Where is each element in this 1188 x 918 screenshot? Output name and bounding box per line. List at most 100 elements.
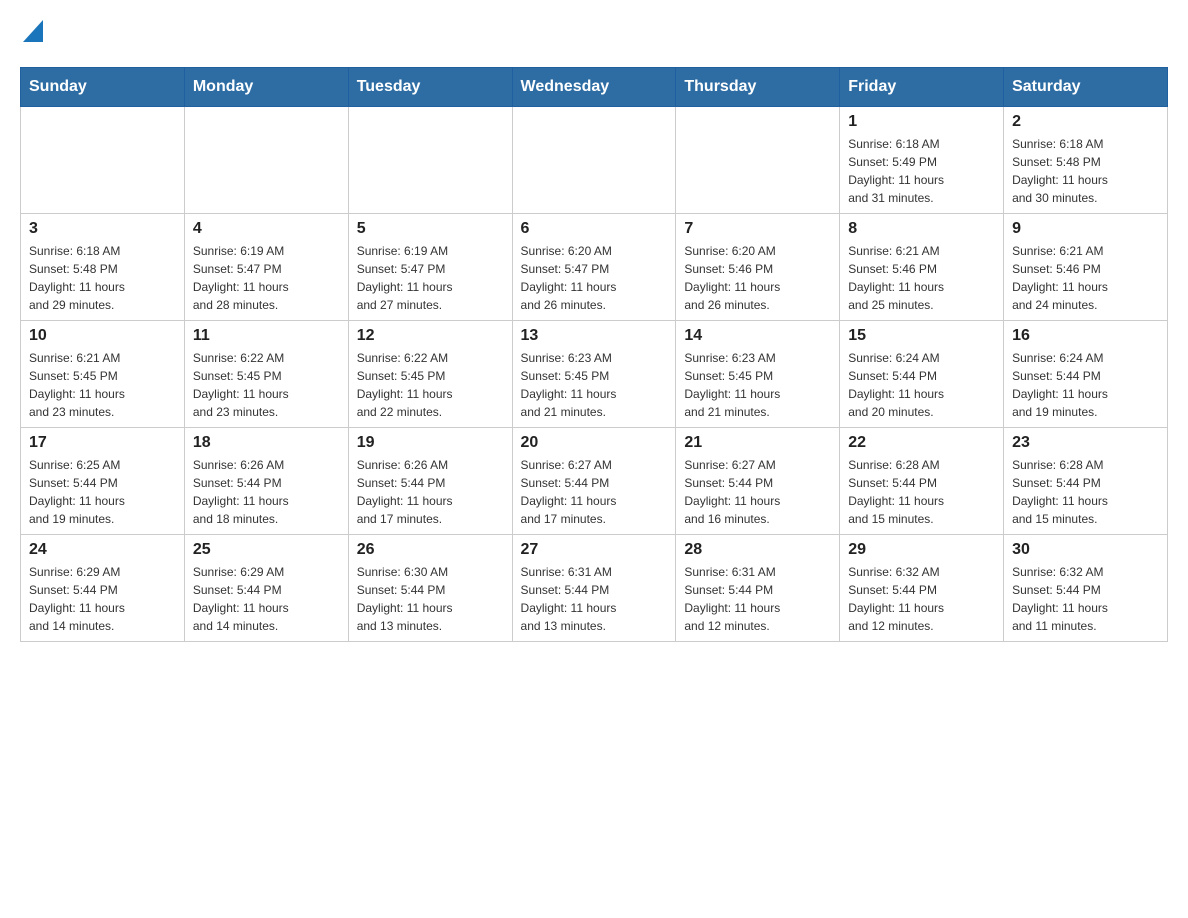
day-info: Sunrise: 6:18 AMSunset: 5:49 PMDaylight:… <box>848 135 995 207</box>
day-number: 29 <box>848 541 995 559</box>
weekday-header-friday: Friday <box>840 68 1004 107</box>
day-cell: 14 Sunrise: 6:23 AMSunset: 5:45 PMDayligh… <box>676 321 840 428</box>
day-info: Sunrise: 6:21 AMSunset: 5:45 PMDaylight:… <box>29 349 176 421</box>
day-number: 20 <box>521 434 668 452</box>
day-number: 2 <box>1012 113 1159 131</box>
weekday-header-wednesday: Wednesday <box>512 68 676 107</box>
day-number: 18 <box>193 434 340 452</box>
day-number: 28 <box>684 541 831 559</box>
day-info: Sunrise: 6:21 AMSunset: 5:46 PMDaylight:… <box>1012 242 1159 314</box>
day-number: 22 <box>848 434 995 452</box>
day-number: 23 <box>1012 434 1159 452</box>
day-info: Sunrise: 6:18 AMSunset: 5:48 PMDaylight:… <box>29 242 176 314</box>
day-info: Sunrise: 6:19 AMSunset: 5:47 PMDaylight:… <box>357 242 504 314</box>
day-cell: 17 Sunrise: 6:25 AMSunset: 5:44 PMDayligh… <box>21 428 185 535</box>
day-info: Sunrise: 6:25 AMSunset: 5:44 PMDaylight:… <box>29 456 176 528</box>
day-cell: 10Sunrise: 6:21 AMSunset: 5:45 PMDayligh… <box>21 321 185 428</box>
day-cell: 23 Sunrise: 6:28 AMSunset: 5:44 PMDayligh… <box>1004 428 1168 535</box>
week-row-5: 24 Sunrise: 6:29 AMSunset: 5:44 PMDayligh… <box>21 535 1168 642</box>
day-info: Sunrise: 6:26 AMSunset: 5:44 PMDaylight:… <box>357 456 504 528</box>
day-info: Sunrise: 6:20 AMSunset: 5:46 PMDaylight:… <box>684 242 831 314</box>
day-number: 27 <box>521 541 668 559</box>
day-info: Sunrise: 6:22 AMSunset: 5:45 PMDaylight:… <box>193 349 340 421</box>
day-number: 5 <box>357 220 504 238</box>
weekday-header-tuesday: Tuesday <box>348 68 512 107</box>
day-number: 14 <box>684 327 831 345</box>
day-number: 9 <box>1012 220 1159 238</box>
week-row-1: 1 Sunrise: 6:18 AMSunset: 5:49 PMDaylight… <box>21 107 1168 214</box>
weekday-header-monday: Monday <box>184 68 348 107</box>
week-row-3: 10Sunrise: 6:21 AMSunset: 5:45 PMDayligh… <box>21 321 1168 428</box>
day-number: 26 <box>357 541 504 559</box>
day-cell <box>676 107 840 214</box>
day-cell: 18 Sunrise: 6:26 AMSunset: 5:44 PMDayligh… <box>184 428 348 535</box>
day-info: Sunrise: 6:18 AMSunset: 5:48 PMDaylight:… <box>1012 135 1159 207</box>
day-cell: 12Sunrise: 6:22 AMSunset: 5:45 PMDayligh… <box>348 321 512 428</box>
day-cell <box>348 107 512 214</box>
day-info: Sunrise: 6:24 AMSunset: 5:44 PMDaylight:… <box>1012 349 1159 421</box>
day-info: Sunrise: 6:30 AMSunset: 5:44 PMDaylight:… <box>357 563 504 635</box>
day-info: Sunrise: 6:23 AMSunset: 5:45 PMDaylight:… <box>684 349 831 421</box>
day-cell: 3 Sunrise: 6:18 AMSunset: 5:48 PMDaylight… <box>21 214 185 321</box>
day-number: 17 <box>29 434 176 452</box>
day-cell: 9 Sunrise: 6:21 AMSunset: 5:46 PMDaylight… <box>1004 214 1168 321</box>
day-number: 4 <box>193 220 340 238</box>
day-number: 7 <box>684 220 831 238</box>
weekday-header-sunday: Sunday <box>21 68 185 107</box>
day-info: Sunrise: 6:29 AMSunset: 5:44 PMDaylight:… <box>193 563 340 635</box>
header <box>20 20 1168 47</box>
logo <box>20 20 43 47</box>
day-info: Sunrise: 6:27 AMSunset: 5:44 PMDaylight:… <box>684 456 831 528</box>
day-cell <box>512 107 676 214</box>
day-cell: 5 Sunrise: 6:19 AMSunset: 5:47 PMDaylight… <box>348 214 512 321</box>
day-number: 6 <box>521 220 668 238</box>
day-info: Sunrise: 6:32 AMSunset: 5:44 PMDaylight:… <box>1012 563 1159 635</box>
day-number: 1 <box>848 113 995 131</box>
day-info: Sunrise: 6:32 AMSunset: 5:44 PMDaylight:… <box>848 563 995 635</box>
day-cell: 8Sunrise: 6:21 AMSunset: 5:46 PMDaylight… <box>840 214 1004 321</box>
day-cell: 29 Sunrise: 6:32 AMSunset: 5:44 PMDayligh… <box>840 535 1004 642</box>
day-number: 21 <box>684 434 831 452</box>
day-info: Sunrise: 6:19 AMSunset: 5:47 PMDaylight:… <box>193 242 340 314</box>
day-cell: 16 Sunrise: 6:24 AMSunset: 5:44 PMDayligh… <box>1004 321 1168 428</box>
day-cell: 28 Sunrise: 6:31 AMSunset: 5:44 PMDayligh… <box>676 535 840 642</box>
week-row-4: 17 Sunrise: 6:25 AMSunset: 5:44 PMDayligh… <box>21 428 1168 535</box>
day-cell: 6 Sunrise: 6:20 AMSunset: 5:47 PMDaylight… <box>512 214 676 321</box>
day-cell: 4 Sunrise: 6:19 AMSunset: 5:47 PMDaylight… <box>184 214 348 321</box>
day-cell: 11 Sunrise: 6:22 AMSunset: 5:45 PMDayligh… <box>184 321 348 428</box>
day-cell: 25 Sunrise: 6:29 AMSunset: 5:44 PMDayligh… <box>184 535 348 642</box>
day-number: 3 <box>29 220 176 238</box>
logo-arrow-icon <box>23 20 43 47</box>
day-info: Sunrise: 6:26 AMSunset: 5:44 PMDaylight:… <box>193 456 340 528</box>
day-cell <box>21 107 185 214</box>
day-cell <box>184 107 348 214</box>
day-cell: 22 Sunrise: 6:28 AMSunset: 5:44 PMDayligh… <box>840 428 1004 535</box>
day-cell: 26 Sunrise: 6:30 AMSunset: 5:44 PMDayligh… <box>348 535 512 642</box>
day-number: 15 <box>848 327 995 345</box>
calendar-table: SundayMondayTuesdayWednesdayThursdayFrid… <box>20 67 1168 642</box>
day-cell: 20 Sunrise: 6:27 AMSunset: 5:44 PMDayligh… <box>512 428 676 535</box>
day-cell: 30 Sunrise: 6:32 AMSunset: 5:44 PMDayligh… <box>1004 535 1168 642</box>
day-cell: 24Sunrise: 6:29 AMSunset: 5:44 PMDayligh… <box>21 535 185 642</box>
day-info: Sunrise: 6:24 AMSunset: 5:44 PMDaylight:… <box>848 349 995 421</box>
weekday-header-saturday: Saturday <box>1004 68 1168 107</box>
day-number: 24 <box>29 541 176 559</box>
day-cell: 21 Sunrise: 6:27 AMSunset: 5:44 PMDayligh… <box>676 428 840 535</box>
day-cell: 1 Sunrise: 6:18 AMSunset: 5:49 PMDaylight… <box>840 107 1004 214</box>
day-info: Sunrise: 6:22 AMSunset: 5:45 PMDaylight:… <box>357 349 504 421</box>
day-cell: 13 Sunrise: 6:23 AMSunset: 5:45 PMDayligh… <box>512 321 676 428</box>
day-number: 16 <box>1012 327 1159 345</box>
day-number: 25 <box>193 541 340 559</box>
day-info: Sunrise: 6:27 AMSunset: 5:44 PMDaylight:… <box>521 456 668 528</box>
day-info: Sunrise: 6:23 AMSunset: 5:45 PMDaylight:… <box>521 349 668 421</box>
day-info: Sunrise: 6:28 AMSunset: 5:44 PMDaylight:… <box>848 456 995 528</box>
day-number: 13 <box>521 327 668 345</box>
day-info: Sunrise: 6:28 AMSunset: 5:44 PMDaylight:… <box>1012 456 1159 528</box>
day-info: Sunrise: 6:20 AMSunset: 5:47 PMDaylight:… <box>521 242 668 314</box>
day-info: Sunrise: 6:31 AMSunset: 5:44 PMDaylight:… <box>521 563 668 635</box>
day-info: Sunrise: 6:31 AMSunset: 5:44 PMDaylight:… <box>684 563 831 635</box>
weekday-header-row: SundayMondayTuesdayWednesdayThursdayFrid… <box>21 68 1168 107</box>
day-cell: 7 Sunrise: 6:20 AMSunset: 5:46 PMDaylight… <box>676 214 840 321</box>
day-number: 30 <box>1012 541 1159 559</box>
day-number: 11 <box>193 327 340 345</box>
